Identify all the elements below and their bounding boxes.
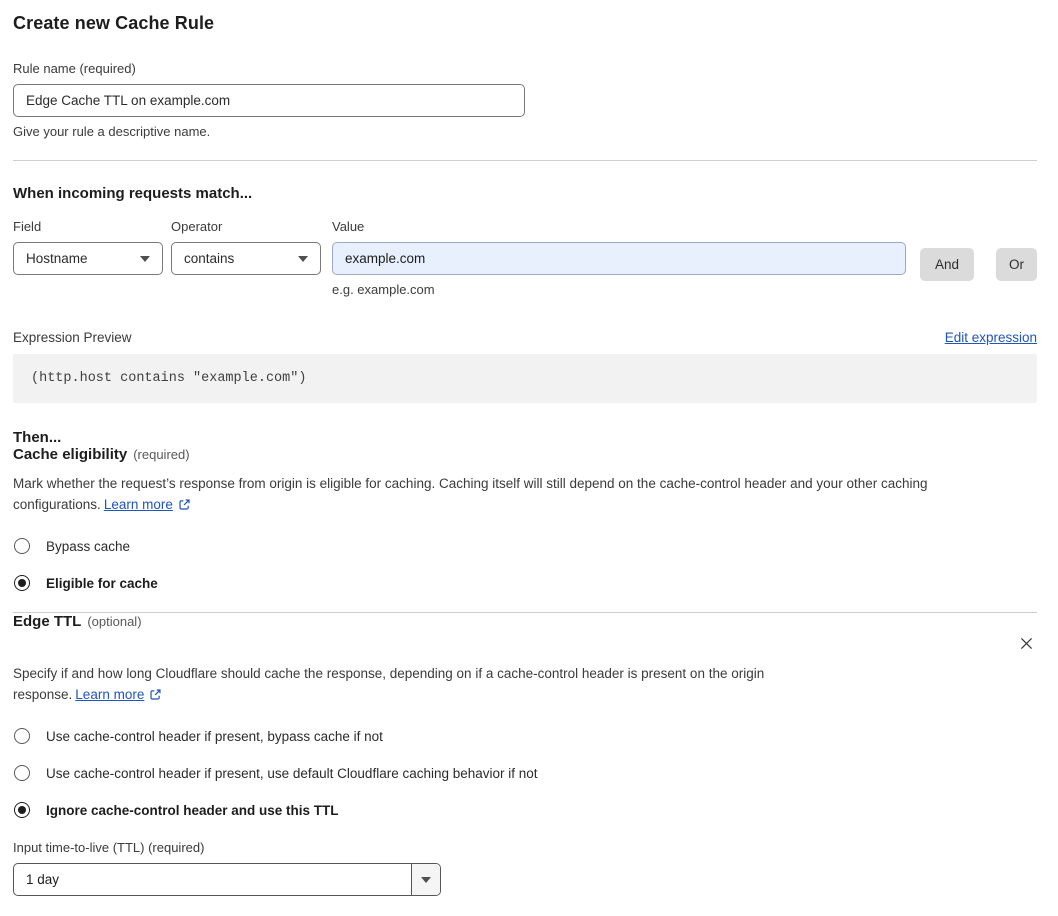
radio-label: Use cache-control header if present, byp… [46,728,383,744]
cache-eligibility-description: Mark whether the request’s response from… [13,473,1025,517]
operator-select-value: contains [184,251,235,266]
radio-selected-icon [14,575,30,591]
field-select[interactable]: Hostname [13,242,163,275]
external-link-icon [178,496,191,517]
cache-eligibility-qualifier: (required) [133,447,190,462]
cache-eligibility-learn-more-link[interactable]: Learn more [104,497,173,512]
match-heading: When incoming requests match... [13,185,253,202]
radio-icon [14,765,30,781]
radio-icon [14,728,30,744]
expression-header: Expression Preview Edit expression [13,330,1037,345]
edge-ttl-description: Specify if and how long Cloudflare shoul… [13,663,849,707]
cache-eligibility-header: Cache eligibility (required) [13,446,1037,464]
chevron-down-icon [298,255,308,262]
rule-name-section: Rule name (required) Give your rule a de… [13,61,1037,139]
match-expression-row: Field Hostname Operator contains Value e… [13,219,1037,297]
cache-eligibility-section: Cache eligibility (required) Mark whether… [13,446,1037,591]
radio-label: Eligible for cache [46,575,158,591]
rule-name-label: Rule name (required) [13,61,136,76]
create-cache-rule-page: Create new Cache Rule Rule name (require… [0,0,1058,916]
radio-selected-icon [14,802,30,818]
cache-eligibility-options: Bypass cache Eligible for cache [13,538,1037,591]
value-helper: e.g. example.com [332,282,435,297]
chevron-down-icon [140,255,150,262]
radio-label: Ignore cache-control header and use this… [46,802,339,818]
rule-name-helper: Give your rule a descriptive name. [13,124,211,139]
or-button[interactable]: Or [996,248,1037,281]
edge-ttl-heading: Edge TTL [13,613,82,630]
then-heading: Then... [13,429,62,446]
external-link-icon [149,686,162,707]
ttl-select[interactable]: 1 day [13,863,441,896]
ttl-select-value: 1 day [26,872,60,887]
edge-ttl-learn-more-link[interactable]: Learn more [75,687,144,702]
radio-use-header-default[interactable]: Use cache-control header if present, use… [13,765,1037,781]
value-label: Value [332,219,365,234]
chevron-down-icon [421,876,431,883]
field-column: Field Hostname [13,219,163,275]
radio-bypass-cache[interactable]: Bypass cache [13,538,1037,554]
edge-ttl-title-wrap: Edge TTL (optional) [13,613,142,631]
operator-label: Operator [171,219,223,234]
expression-preview-label: Expression Preview [13,330,132,345]
edge-ttl-header: Edge TTL (optional) [13,613,1037,654]
radio-ignore-header-use-ttl[interactable]: Ignore cache-control header and use this… [13,802,1037,818]
radio-eligible-for-cache[interactable]: Eligible for cache [13,575,1037,591]
ttl-select-dropdown-button[interactable] [411,864,440,895]
andor-buttons: And Or [919,219,1037,281]
close-icon[interactable] [1016,633,1037,654]
and-button[interactable]: And [919,248,974,281]
radio-icon [14,538,30,554]
radio-use-header-bypass[interactable]: Use cache-control header if present, byp… [13,728,1037,744]
value-column: Value e.g. example.com [332,219,906,297]
edit-expression-link[interactable]: Edit expression [945,330,1037,345]
section-divider [13,160,1037,161]
cache-eligibility-heading: Cache eligibility [13,446,128,463]
expression-code: (http.host contains "example.com") [13,354,1037,403]
edge-ttl-options: Use cache-control header if present, byp… [13,728,1037,818]
operator-column: Operator contains [171,219,321,275]
ttl-input-label: Input time-to-live (TTL) (required) [13,840,205,855]
value-input[interactable] [332,242,906,275]
edge-ttl-section: Edge TTL (optional) Specify if and how lo… [13,613,1037,896]
rule-name-input[interactable] [13,84,525,117]
radio-label: Bypass cache [46,538,131,554]
field-label: Field [13,219,42,234]
expression-preview-section: Expression Preview Edit expression (http… [13,330,1037,403]
field-select-value: Hostname [26,251,88,266]
match-section: When incoming requests match... Field Ho… [13,185,1037,297]
operator-select[interactable]: contains [171,242,321,275]
radio-label: Use cache-control header if present, use… [46,765,538,781]
edge-ttl-qualifier: (optional) [87,614,142,629]
page-title: Create new Cache Rule [13,13,215,33]
